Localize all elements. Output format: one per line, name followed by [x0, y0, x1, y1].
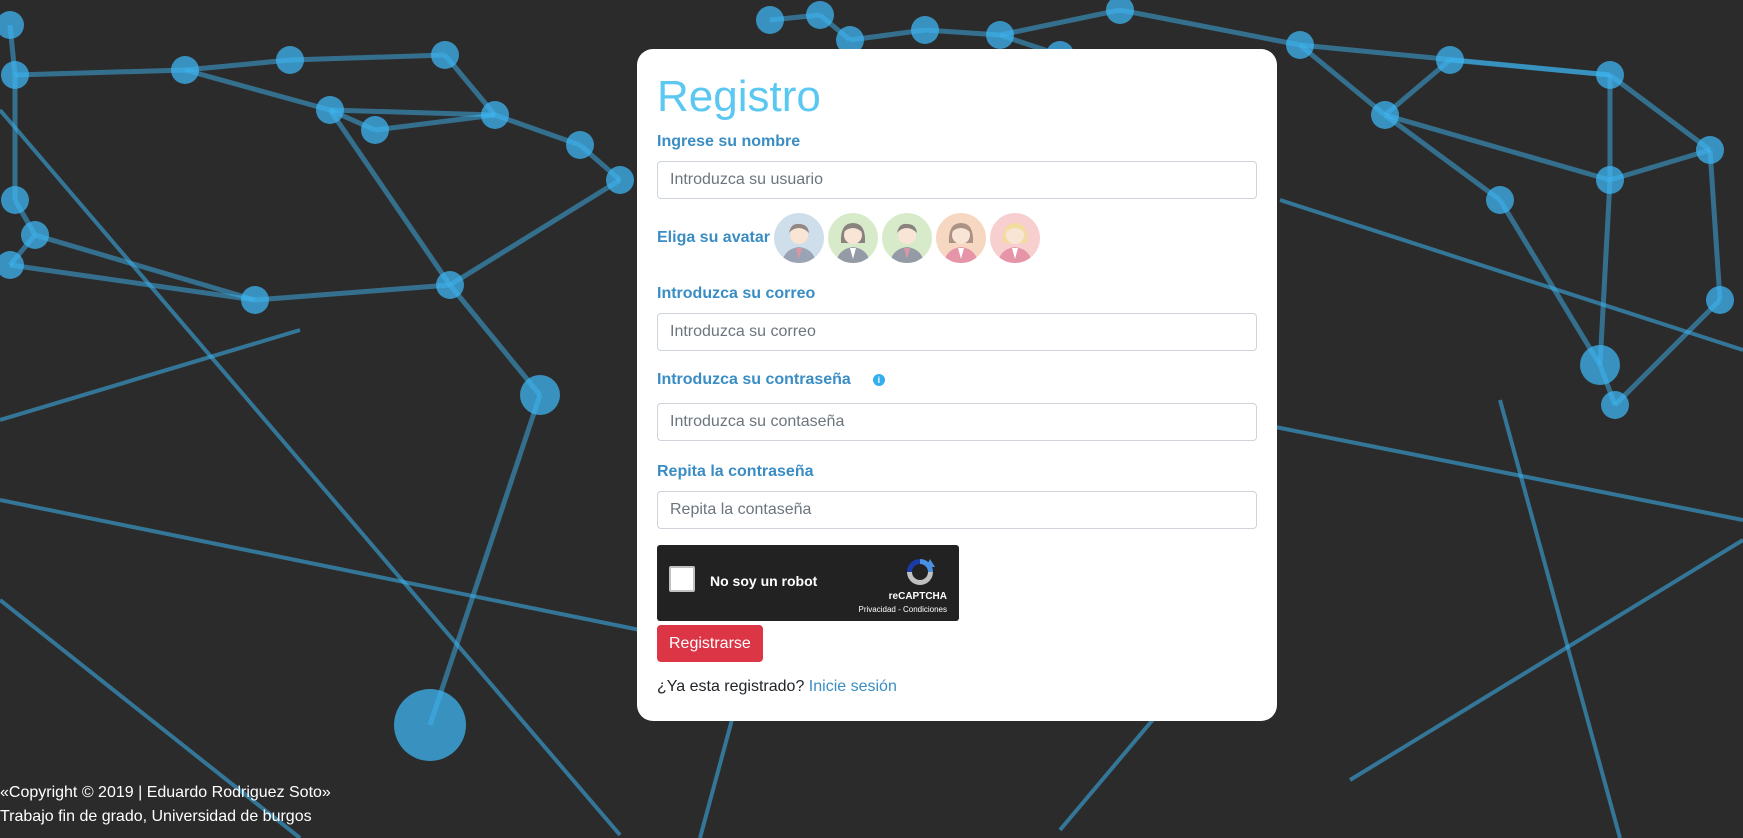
- avatar-list: [773, 213, 1044, 263]
- email-input[interactable]: [657, 313, 1257, 351]
- network-link: [184, 67, 331, 113]
- network-link: [254, 282, 451, 303]
- email-group: Introduzca su correo: [657, 285, 1257, 351]
- network-node: [1696, 136, 1724, 164]
- username-input[interactable]: [657, 161, 1257, 199]
- female-avatar-icon[interactable]: [827, 213, 878, 263]
- network-node: [276, 46, 304, 74]
- network-node: [431, 41, 459, 69]
- recaptcha-checkbox[interactable]: [669, 566, 695, 592]
- network-link: [1608, 73, 1712, 152]
- password-label-row: Introduzca su contraseña i: [657, 371, 1257, 389]
- avatar-group: Eliga su avatar: [657, 213, 1044, 263]
- network-node: [171, 56, 199, 84]
- recaptcha-logo-icon: [907, 559, 935, 585]
- login-link[interactable]: Inicie sesión: [809, 678, 897, 695]
- network-node: [1, 186, 29, 214]
- network-link: [1498, 399, 1622, 838]
- network-node: [1596, 61, 1624, 89]
- avatar-label: Eliga su avatar: [657, 229, 770, 246]
- network-link: [0, 108, 622, 837]
- network-link: [184, 57, 291, 73]
- network-node: [566, 131, 594, 159]
- network-link: [374, 112, 496, 133]
- network-link: [34, 232, 256, 303]
- page-title: Registro: [657, 72, 821, 121]
- footer-credit: Trabajo fin de grado, Universidad de bur…: [0, 808, 312, 825]
- repeat-password-group: Repita la contraseña: [657, 463, 1257, 529]
- network-link: [1609, 147, 1711, 183]
- network-node: [1, 61, 29, 89]
- network-node: [394, 689, 466, 761]
- female-avatar-icon[interactable]: [935, 213, 986, 263]
- network-node: [316, 96, 344, 124]
- network-node: [1601, 391, 1629, 419]
- login-prompt-row: ¿Ya esta registrado? Inicie sesión: [657, 678, 897, 696]
- network-node: [361, 116, 389, 144]
- male-avatar-icon[interactable]: [773, 213, 824, 263]
- recaptcha-links[interactable]: Privacidad - Condiciones: [859, 605, 948, 614]
- network-node: [1286, 31, 1314, 59]
- network-node: [1436, 46, 1464, 74]
- network-node: [606, 166, 634, 194]
- network-link: [448, 177, 622, 288]
- network-link: [14, 67, 186, 78]
- network-link: [0, 498, 641, 632]
- network-link: [1119, 7, 1301, 48]
- login-prompt: ¿Ya esta registrado?: [657, 678, 805, 695]
- recaptcha-label: No soy un robot: [710, 573, 818, 589]
- network-node: [0, 11, 24, 39]
- email-label: Introduzca su correo: [657, 285, 816, 302]
- name-group: Ingrese su nombre: [657, 133, 1257, 199]
- network-link: [1597, 179, 1613, 366]
- network-link: [329, 107, 496, 118]
- network-link: [1239, 418, 1743, 522]
- name-label: Ingrese su nombre: [657, 133, 801, 150]
- network-link: [1613, 298, 1722, 407]
- password-group: Introduzca su contraseña i: [657, 371, 1257, 441]
- network-node: [1596, 166, 1624, 194]
- recaptcha-brand: reCAPTCHA: [888, 591, 947, 602]
- repeat-password-input[interactable]: [657, 491, 1257, 529]
- network-link: [289, 52, 446, 63]
- network-node: [986, 21, 1014, 49]
- network-link: [9, 262, 256, 303]
- network-node: [241, 286, 269, 314]
- footer-copyright: «Copyright © 2019 | Eduardo Rodriguez So…: [0, 784, 331, 801]
- network-node: [756, 6, 784, 34]
- register-button[interactable]: Registrarse: [657, 625, 763, 662]
- network-link: [1707, 149, 1723, 301]
- network-node: [436, 271, 464, 299]
- network-node: [520, 375, 560, 415]
- network-link: [448, 283, 542, 397]
- info-icon[interactable]: i: [872, 373, 885, 386]
- register-card: Registro Ingrese su nombre Eliga su avat…: [637, 49, 1277, 721]
- network-node: [481, 101, 509, 129]
- network-node: [1106, 0, 1134, 24]
- recaptcha-widget: No soy un robot reCAPTCHA Privacidad - C…: [657, 545, 959, 621]
- network-link: [1384, 112, 1611, 183]
- network-node: [1706, 286, 1734, 314]
- network-node: [1371, 101, 1399, 129]
- network-link: [0, 598, 302, 838]
- password-input[interactable]: [657, 403, 1257, 441]
- network-link: [1298, 43, 1387, 117]
- network-link: [1497, 198, 1603, 367]
- network-node: [21, 221, 49, 249]
- male-avatar-icon[interactable]: [881, 213, 932, 263]
- network-node: [911, 16, 939, 44]
- network-node: [1486, 186, 1514, 214]
- network-node: [1580, 345, 1620, 385]
- network-link: [1383, 112, 1502, 203]
- network-link: [327, 108, 453, 287]
- network-node: [806, 1, 834, 29]
- female-avatar-icon[interactable]: [989, 213, 1040, 263]
- network-link: [999, 7, 1121, 38]
- repeat-password-label: Repita la contraseña: [657, 463, 814, 480]
- password-label: Introduzca su contraseña: [657, 371, 851, 388]
